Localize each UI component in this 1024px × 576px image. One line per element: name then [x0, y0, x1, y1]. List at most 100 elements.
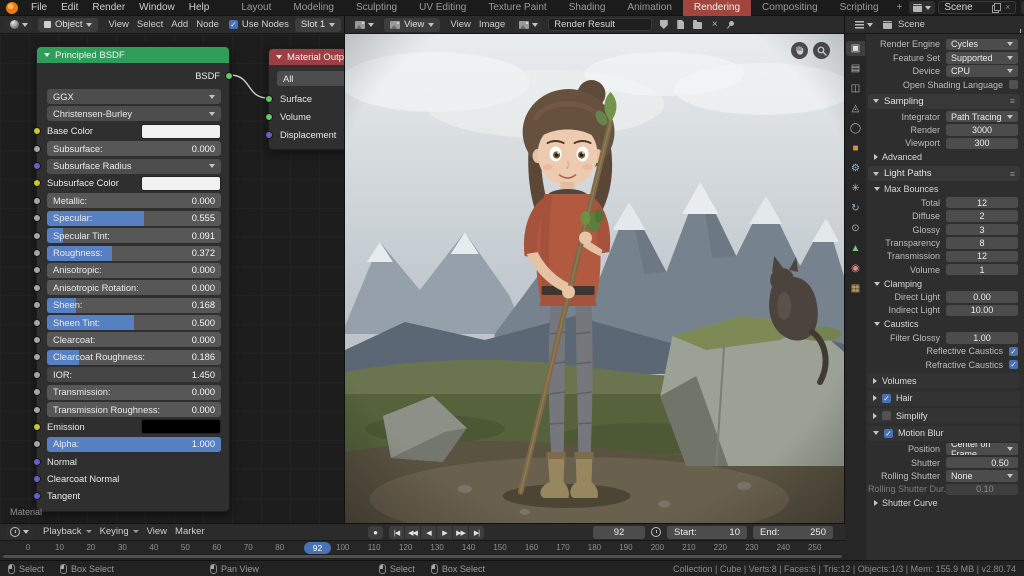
section-checkbox[interactable]: [882, 394, 891, 403]
input-socket[interactable]: [33, 371, 41, 379]
bsdf-output-socket[interactable]: [225, 72, 233, 80]
display-mode-dropdown[interactable]: View: [384, 18, 440, 32]
node-input-row[interactable]: Emission: [47, 419, 221, 434]
input-socket[interactable]: [33, 406, 41, 414]
menubar-item[interactable]: Keying: [96, 524, 143, 540]
node-input-row[interactable]: Subsurface: 0.000: [47, 141, 221, 156]
properties-tab[interactable]: ⊙: [846, 221, 865, 236]
max-bounces-subpanel[interactable]: Max Bounces: [874, 183, 1020, 195]
workspace-tab[interactable]: Layout: [230, 0, 282, 16]
input-socket[interactable]: [33, 162, 41, 170]
editor-type-button[interactable]: [851, 18, 877, 31]
node-input-row[interactable]: Alpha: 1.000: [47, 437, 221, 452]
panel-section-header[interactable]: Simplify: [868, 408, 1020, 423]
properties-tab[interactable]: ▣: [846, 41, 865, 56]
input-socket[interactable]: [265, 95, 273, 103]
clamping-subpanel[interactable]: Clamping: [874, 278, 1020, 290]
workspace-tab[interactable]: Texture Paint: [477, 0, 557, 16]
panel-section-header[interactable]: Volumes: [868, 373, 1020, 388]
node-input-row[interactable]: Christensen-Burley: [47, 106, 221, 121]
editor-type-button[interactable]: [6, 526, 33, 539]
input-socket[interactable]: [33, 179, 41, 187]
input-socket[interactable]: [33, 319, 41, 327]
menubar-item[interactable]: Window: [132, 0, 182, 16]
value-field[interactable]: 3: [946, 224, 1018, 236]
node-input-row[interactable]: GGX: [47, 89, 221, 104]
transport-button[interactable]: ▶▶: [453, 526, 468, 539]
transport-button[interactable]: ▶|: [469, 526, 484, 539]
pin-icon[interactable]: [728, 19, 735, 26]
input-socket[interactable]: [33, 475, 41, 483]
render-result-canvas[interactable]: [345, 34, 844, 523]
workspace-tab[interactable]: Scripting: [829, 0, 890, 16]
input-socket[interactable]: [33, 214, 41, 222]
value-field[interactable]: 1: [946, 264, 1018, 276]
properties-tab[interactable]: ◯: [846, 121, 865, 136]
menubar-item[interactable]: Help: [182, 0, 217, 16]
properties-tab[interactable]: ▲: [846, 241, 865, 256]
node-input-row[interactable]: Displacement: [269, 126, 344, 144]
unlink-scene-icon[interactable]: ×: [1005, 3, 1010, 12]
input-socket[interactable]: [33, 145, 41, 153]
menubar-item[interactable]: Marker: [171, 524, 209, 540]
value-field[interactable]: 8: [946, 237, 1018, 249]
node-header[interactable]: Principled BSDF: [37, 47, 229, 63]
node-header[interactable]: Material Output: [269, 49, 344, 65]
section-checkbox[interactable]: [882, 411, 891, 420]
presets-icon[interactable]: ≡: [1010, 96, 1015, 106]
node-input-row[interactable]: Subsurface Color: [47, 176, 221, 191]
mb-position-dropdown[interactable]: Center on Frame: [946, 443, 1018, 455]
start-frame-field[interactable]: Start:10: [667, 526, 747, 539]
image-name-field[interactable]: Render Result: [548, 18, 652, 31]
node-input-row[interactable]: Clearcoat Roughness: 0.186: [47, 350, 221, 365]
node-input-row[interactable]: Metallic: 0.000: [47, 193, 221, 208]
node-canvas[interactable]: Principled BSDF BSDF GGX Christensen-Bur…: [0, 34, 344, 523]
workspace-tab[interactable]: Modeling: [282, 0, 345, 16]
node-input-row[interactable]: Roughness: 0.372: [47, 246, 221, 261]
node-input-row[interactable]: Anisotropic Rotation: 0.000: [47, 280, 221, 295]
workspace-tab[interactable]: Sculpting: [345, 0, 408, 16]
properties-tab[interactable]: ✳: [846, 181, 865, 196]
scene-browse-button[interactable]: [909, 1, 935, 14]
open-image-icon[interactable]: [693, 22, 702, 29]
workspace-tab[interactable]: Compositing: [751, 0, 829, 16]
workspace-tab[interactable]: Rendering: [683, 0, 751, 16]
scrollbar-handle[interactable]: [3, 555, 842, 558]
material-output-node[interactable]: Material Output All Surface Volume Displ…: [268, 48, 344, 150]
node-input-row[interactable]: Anisotropic: 0.000: [47, 263, 221, 278]
value-field[interactable]: 12: [946, 251, 1018, 263]
advanced-subpanel[interactable]: Advanced: [874, 151, 1020, 163]
transport-button[interactable]: ◀: [421, 526, 436, 539]
input-socket[interactable]: [265, 131, 273, 139]
editor-type-button[interactable]: [6, 18, 32, 31]
node-input-row[interactable]: Surface: [269, 90, 344, 108]
properties-tab[interactable]: ◬: [846, 101, 865, 116]
input-socket[interactable]: [33, 492, 41, 500]
osl-checkbox[interactable]: [1009, 80, 1018, 89]
pan-view-button[interactable]: [791, 42, 808, 59]
menubar-item[interactable]: Select: [133, 17, 167, 33]
menubar-item[interactable]: Node: [192, 17, 223, 33]
node-input-row[interactable]: Clearcoat: 0.000: [47, 332, 221, 347]
input-socket[interactable]: [33, 127, 41, 135]
node-input-row[interactable]: Specular: 0.555: [47, 211, 221, 226]
transport-button[interactable]: ▶: [437, 526, 452, 539]
input-socket[interactable]: [33, 336, 41, 344]
scene-name-field[interactable]: Scene×: [938, 1, 1016, 14]
properties-tab[interactable]: ■: [846, 141, 865, 156]
refractive-caustics-checkbox[interactable]: [1009, 360, 1018, 369]
shading-context-dropdown[interactable]: Object: [38, 18, 98, 32]
menubar-item[interactable]: Add: [167, 17, 192, 33]
add-workspace-button[interactable]: +: [890, 2, 910, 13]
image-browse-button[interactable]: [515, 18, 542, 31]
end-frame-field[interactable]: End:250: [753, 526, 833, 539]
node-input-row[interactable]: Subsurface Radius: [47, 159, 221, 174]
node-input-row[interactable]: Clearcoat Normal: [47, 472, 221, 487]
blender-logo-icon[interactable]: [6, 2, 18, 14]
properties-tab[interactable]: ◫: [846, 81, 865, 96]
properties-tab[interactable]: ⚙: [846, 161, 865, 176]
current-frame-field[interactable]: 92: [593, 526, 645, 539]
unlink-image-icon[interactable]: ×: [709, 19, 720, 30]
node-input-row[interactable]: Transmission: 0.000: [47, 385, 221, 400]
input-socket[interactable]: [33, 388, 41, 396]
